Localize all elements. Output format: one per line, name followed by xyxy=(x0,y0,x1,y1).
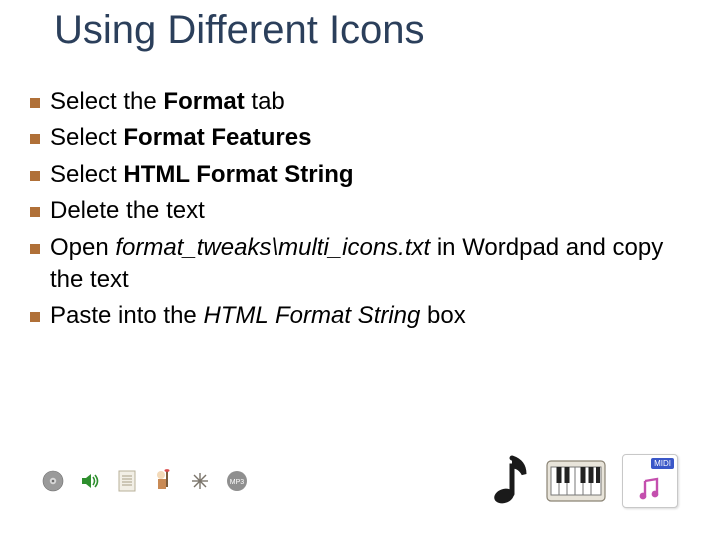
bullet-text: Paste into the HTML Format String box xyxy=(50,300,690,332)
midi-file-icon: MIDI xyxy=(622,454,678,508)
bullet-text: Delete the text xyxy=(50,195,690,227)
bullet-icon xyxy=(30,171,40,181)
text-pre: Select xyxy=(50,124,123,151)
bullet-icon xyxy=(30,134,40,144)
bullet-text: Open format_tweaks\multi_icons.txt in Wo… xyxy=(50,232,690,297)
bullet-item: Delete the text xyxy=(30,195,690,227)
speaker-sound-icon xyxy=(80,470,102,492)
mp3-badge-icon: MP3 xyxy=(226,470,248,492)
cd-disc-icon xyxy=(42,470,64,492)
slide: Using Different Icons Select the Format … xyxy=(0,0,720,540)
music-note-icon xyxy=(484,454,530,508)
bullet-text: Select HTML Format String xyxy=(50,159,690,191)
piano-keyboard-icon xyxy=(546,457,606,505)
text-italic: format_tweaks\multi_icons.txt xyxy=(115,234,430,261)
text-pre: Select xyxy=(50,161,123,188)
bullet-icon xyxy=(30,244,40,254)
text-pre: Delete the text xyxy=(50,197,205,224)
text-italic: HTML Format String xyxy=(203,302,420,329)
text-post: tab xyxy=(245,88,285,115)
bullet-item: Select Format Features xyxy=(30,122,690,154)
asterisk-mark-icon xyxy=(190,471,210,491)
bullet-icon xyxy=(30,207,40,217)
painter-character-icon xyxy=(152,469,174,493)
large-icon-group: MIDI xyxy=(484,454,678,508)
text-pre: Select the xyxy=(50,88,163,115)
bullet-text: Select the Format tab xyxy=(50,86,690,118)
text-pre: Paste into the xyxy=(50,302,203,329)
text-bold: Format xyxy=(163,88,244,115)
icon-row: MP3 xyxy=(42,454,678,508)
text-bold: Format Features xyxy=(123,124,311,151)
svg-text:MP3: MP3 xyxy=(230,479,245,486)
bullet-item: Select HTML Format String xyxy=(30,159,690,191)
midi-label: MIDI xyxy=(651,458,674,469)
text-post: box xyxy=(420,302,465,329)
bullet-icon xyxy=(30,312,40,322)
bullet-icon xyxy=(30,98,40,108)
bullet-item: Select the Format tab xyxy=(30,86,690,118)
text-bold: HTML Format String xyxy=(123,161,353,188)
slide-body: Select the Format tab Select Format Feat… xyxy=(30,86,690,337)
slide-title: Using Different Icons xyxy=(54,8,425,53)
bullet-item: Paste into the HTML Format String box xyxy=(30,300,690,332)
bullet-item: Open format_tweaks\multi_icons.txt in Wo… xyxy=(30,232,690,297)
bullet-text: Select Format Features xyxy=(50,122,690,154)
document-list-icon xyxy=(118,470,136,492)
text-pre: Open xyxy=(50,234,115,261)
small-icon-group: MP3 xyxy=(42,469,248,493)
